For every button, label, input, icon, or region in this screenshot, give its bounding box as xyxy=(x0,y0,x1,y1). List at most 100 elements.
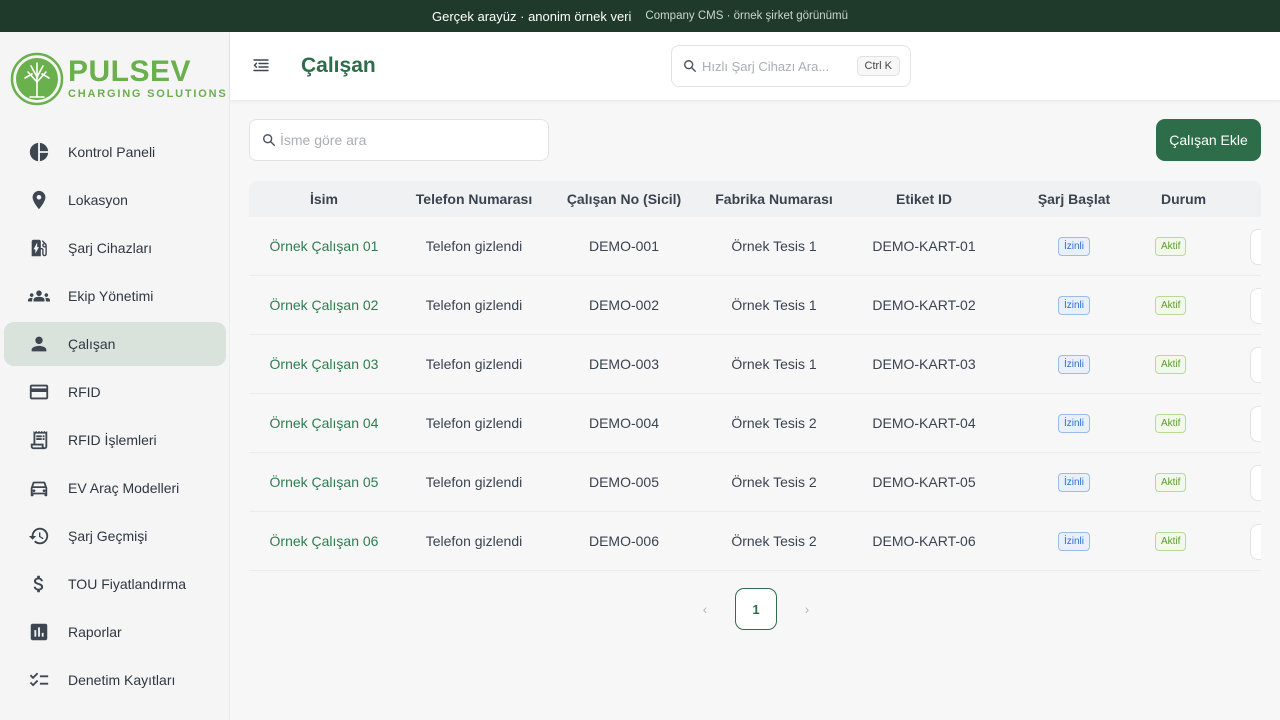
sidebar-item-label: Kontrol Paneli xyxy=(68,144,156,160)
add-employee-button[interactable]: Çalışan Ekle xyxy=(1156,119,1261,161)
employee-name-link[interactable]: Örnek Çalışan 02 xyxy=(249,297,399,313)
charge-permission-cell: İzinli xyxy=(999,413,1149,433)
permission-badge: İzinli xyxy=(1057,473,1090,492)
row-action-button[interactable] xyxy=(1250,288,1261,324)
factory-cell: Örnek Tesis 2 xyxy=(731,415,817,431)
employee-name-link[interactable]: Örnek Çalışan 04 xyxy=(249,415,399,431)
sidebar-item-sarj-cihazlari[interactable]: Şarj Cihazları xyxy=(4,226,226,270)
name-search-input[interactable] xyxy=(280,132,530,148)
factory-cell: Örnek Tesis 1 xyxy=(731,356,817,372)
checklist-icon xyxy=(28,669,50,691)
column-header-name[interactable]: İsim xyxy=(249,191,399,207)
tree-logo-icon xyxy=(10,52,64,106)
employee-name-link[interactable]: Örnek Çalışan 05 xyxy=(249,474,399,490)
receipt-icon xyxy=(28,429,50,451)
location-pin-icon xyxy=(28,189,50,211)
sidebar-item-ev-arac-modelleri[interactable]: EV Araç Modelleri xyxy=(4,466,226,510)
sidebar-item-rfid[interactable]: RFID xyxy=(4,370,226,414)
brand-logo[interactable]: PULSEV CHARGING SOLUTIONS xyxy=(10,52,228,106)
tag-id-cell: DEMO-KART-03 xyxy=(872,356,976,372)
employee-no-cell: DEMO-002 xyxy=(588,297,660,313)
sidebar-item-rfid-islemleri[interactable]: RFID İşlemleri xyxy=(4,418,226,462)
permission-badge: İzinli xyxy=(1057,237,1090,256)
sidebar-item-lokasyon[interactable]: Lokasyon xyxy=(4,178,226,222)
banner-main-text: Gerçek arayüz · anonim örnek veri xyxy=(431,8,632,24)
history-icon xyxy=(28,525,50,547)
factory-cell: Örnek Tesis 2 xyxy=(731,474,817,490)
next-page-button[interactable]: › xyxy=(792,589,822,629)
employee-name-link[interactable]: Örnek Çalışan 01 xyxy=(249,238,399,254)
phone-cell: Telefon gizlendi xyxy=(425,474,523,490)
sidebar: PULSEV CHARGING SOLUTIONS Kontrol Paneli… xyxy=(0,32,230,720)
table-row[interactable]: Örnek Çalışan 04 Telefon gizlendi DEMO-0… xyxy=(249,394,1261,453)
sidebar-item-label: RFID İşlemleri xyxy=(68,432,157,448)
table-row[interactable]: Örnek Çalışan 06 Telefon gizlendi DEMO-0… xyxy=(249,512,1261,571)
sidebar-item-calisan[interactable]: Çalışan xyxy=(4,322,226,366)
status-badge: Aktif xyxy=(1155,473,1187,492)
permission-badge: İzinli xyxy=(1057,355,1090,374)
team-icon xyxy=(28,285,50,307)
row-action-button[interactable] xyxy=(1250,465,1261,501)
row-action-button[interactable] xyxy=(1250,347,1261,383)
menu-collapse-icon[interactable] xyxy=(252,56,270,74)
car-icon xyxy=(28,477,50,499)
tag-id-cell: DEMO-KART-06 xyxy=(872,533,976,549)
column-header-phone[interactable]: Telefon Numarası xyxy=(399,191,549,207)
employee-name-link[interactable]: Örnek Çalışan 03 xyxy=(249,356,399,372)
phone-cell: Telefon gizlendi xyxy=(425,356,523,372)
table-row[interactable]: Örnek Çalışan 01 Telefon gizlendi DEMO-0… xyxy=(249,217,1261,276)
ev-station-icon xyxy=(28,237,50,259)
sidebar-nav: Kontrol Paneli Lokasyon Şarj Cihazları E… xyxy=(4,130,226,706)
column-header-charge-start[interactable]: Şarj Başlat xyxy=(999,191,1149,207)
column-header-status[interactable]: Durum xyxy=(1149,191,1261,207)
page-number-button[interactable]: 1 xyxy=(735,588,777,630)
sidebar-item-label: EV Araç Modelleri xyxy=(68,480,180,496)
phone-cell: Telefon gizlendi xyxy=(425,297,523,313)
phone-cell: Telefon gizlendi xyxy=(425,415,523,431)
status-cell: Aktif xyxy=(1149,531,1261,551)
row-action-button[interactable] xyxy=(1250,406,1261,442)
sidebar-item-denetim-kayitlari[interactable]: Denetim Kayıtları xyxy=(4,658,226,702)
name-search-box[interactable] xyxy=(249,119,549,161)
permission-badge: İzinli xyxy=(1057,296,1090,315)
sidebar-item-label: Denetim Kayıtları xyxy=(68,672,176,688)
factory-cell: Örnek Tesis 1 xyxy=(731,238,817,254)
column-header-tag-id[interactable]: Etiket ID xyxy=(849,191,999,207)
sidebar-item-label: RFID xyxy=(68,384,101,400)
row-action-button[interactable] xyxy=(1250,524,1261,560)
prev-page-button[interactable]: ‹ xyxy=(690,589,720,629)
sidebar-item-raporlar[interactable]: Raporlar xyxy=(4,610,226,654)
pagination: ‹ 1 › xyxy=(690,588,822,630)
sidebar-item-kontrol-paneli[interactable]: Kontrol Paneli xyxy=(4,130,226,174)
charge-permission-cell: İzinli xyxy=(999,295,1149,315)
row-action-button[interactable] xyxy=(1250,229,1261,265)
column-header-employee-no[interactable]: Çalışan No (Sicil) xyxy=(549,191,699,207)
bar-chart-icon xyxy=(28,621,50,643)
sidebar-item-label: Çalışan xyxy=(68,336,116,352)
sidebar-item-label: Ekip Yönetimi xyxy=(68,288,154,304)
charge-permission-cell: İzinli xyxy=(999,354,1149,374)
sidebar-item-label: Lokasyon xyxy=(68,192,128,208)
status-badge: Aktif xyxy=(1155,237,1187,256)
status-badge: Aktif xyxy=(1155,296,1187,315)
sidebar-item-tou-fiyatlandirma[interactable]: TOU Fiyatlandırma xyxy=(4,562,226,606)
search-icon xyxy=(684,60,696,72)
brand-name: PULSEV xyxy=(68,55,192,88)
demo-banner: Gerçek arayüz · anonim örnek veri Compan… xyxy=(0,0,1280,32)
table-row[interactable]: Örnek Çalışan 02 Telefon gizlendi DEMO-0… xyxy=(249,276,1261,335)
tag-id-cell: DEMO-KART-01 xyxy=(872,238,976,254)
status-cell: Aktif xyxy=(1149,354,1261,374)
status-badge: Aktif xyxy=(1155,532,1187,551)
sidebar-item-ekip-yonetimi[interactable]: Ekip Yönetimi xyxy=(4,274,226,318)
column-header-factory-no[interactable]: Fabrika Numarası xyxy=(699,191,849,207)
shortcut-badge: Ctrl K xyxy=(856,56,900,76)
table-row[interactable]: Örnek Çalışan 03 Telefon gizlendi DEMO-0… xyxy=(249,335,1261,394)
sidebar-item-label: Şarj Cihazları xyxy=(68,240,153,256)
quick-search-input[interactable] xyxy=(702,58,852,74)
table-row[interactable]: Örnek Çalışan 05 Telefon gizlendi DEMO-0… xyxy=(249,453,1261,512)
phone-cell: Telefon gizlendi xyxy=(425,238,523,254)
sidebar-item-sarj-gecmisi[interactable]: Şarj Geçmişi xyxy=(4,514,226,558)
factory-cell: Örnek Tesis 1 xyxy=(731,297,817,313)
employee-name-link[interactable]: Örnek Çalışan 06 xyxy=(249,533,399,549)
quick-search-box[interactable]: Ctrl K xyxy=(671,45,911,87)
